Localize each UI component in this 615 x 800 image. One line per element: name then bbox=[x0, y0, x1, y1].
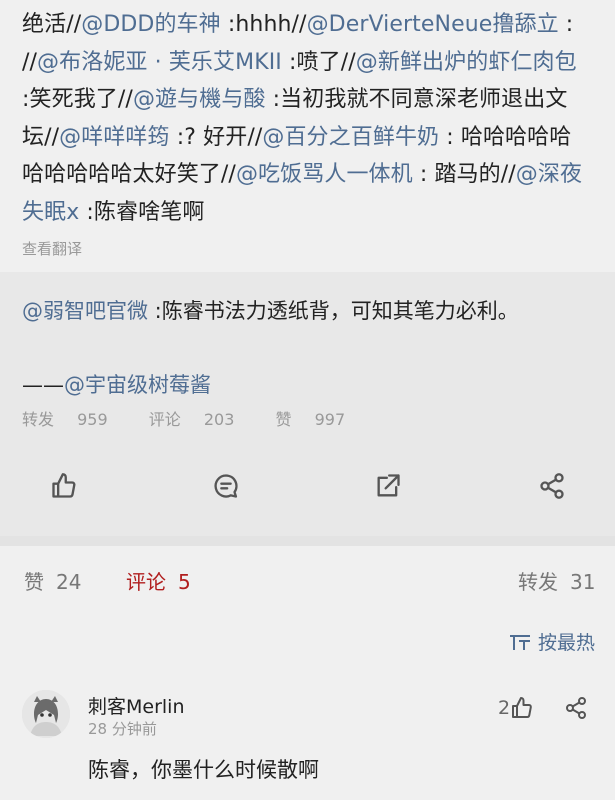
quoted-stats: 转发 959 评论 203 赞 997 bbox=[22, 406, 381, 430]
user-mention-link[interactable]: @百分之百鲜牛奶 bbox=[262, 125, 439, 150]
section-divider bbox=[0, 536, 615, 546]
quoted-comment-stat: 评论 203 bbox=[148, 410, 235, 429]
user-mention-link[interactable]: @DerVierteNeue撸舔立 bbox=[307, 12, 559, 37]
like-button[interactable] bbox=[48, 470, 80, 502]
comment-timestamp: 28 分钟前 bbox=[88, 720, 157, 738]
repost-comment-text: :? 好开// bbox=[169, 124, 263, 150]
comment-bubble-icon bbox=[214, 474, 238, 498]
repost-comment-text: :笑死我了// bbox=[22, 87, 133, 113]
signature-mention[interactable]: @宇宙级树莓酱 bbox=[64, 373, 211, 397]
translate-link[interactable]: 查看翻译 bbox=[22, 238, 591, 259]
repost-chain: 绝活//@DDD的车神 :hhhh//@DerVierteNeue撸舔立 : /… bbox=[0, 0, 615, 272]
user-mention-link[interactable]: @吃饭骂人一体机 bbox=[236, 162, 413, 187]
quoted-signature: ——@宇宙级树莓酱 bbox=[22, 368, 591, 402]
quoted-post[interactable]: @弱智吧官微 :陈睿书法力透纸背，可知其笔力必利。 ——@宇宙级树莓酱 转发 9… bbox=[0, 272, 615, 440]
user-mention-link[interactable]: @遊与機与酸 bbox=[133, 87, 266, 112]
repost-button[interactable] bbox=[372, 470, 404, 502]
share-external-icon bbox=[377, 474, 400, 497]
avatar[interactable] bbox=[22, 690, 70, 738]
comment-item: 刺客Merlin 28 分钟前 陈睿，你墨什么时候散啊 2 bbox=[0, 680, 615, 800]
signature-dash: —— bbox=[22, 373, 64, 397]
post-action-bar bbox=[0, 440, 615, 536]
comment-username[interactable]: 刺客Merlin bbox=[88, 692, 185, 719]
interaction-tabs: 赞 24 评论 5 转发 31 bbox=[0, 546, 615, 616]
user-mention-link[interactable]: @新鲜出炉的虾仁肉包 bbox=[356, 50, 577, 75]
tab-reposts[interactable]: 转发 31 bbox=[518, 566, 595, 595]
comment-button[interactable] bbox=[210, 470, 242, 502]
repost-comment-text: :陈睿啥笔啊 bbox=[79, 199, 205, 225]
user-mention-link[interactable]: @咩咩咩筠 bbox=[59, 125, 170, 150]
tab-comments[interactable]: 评论 5 bbox=[126, 566, 191, 595]
quoted-author-mention[interactable]: @弱智吧官微 bbox=[22, 299, 148, 323]
user-mention-link[interactable]: @DDD的车神 bbox=[81, 12, 221, 37]
repost-comment-text: :hhhh// bbox=[220, 12, 307, 37]
comment-share-button[interactable] bbox=[564, 696, 588, 724]
share-button[interactable] bbox=[536, 470, 568, 502]
quoted-text: :陈睿书法力透纸背，可知其笔力必利。 bbox=[148, 299, 519, 323]
repost-comment-text: 绝活// bbox=[22, 12, 82, 37]
repost-text: 绝活//@DDD的车神 :hhhh//@DerVierteNeue撸舔立 : /… bbox=[22, 6, 591, 232]
repost-comment-text: :喷了// bbox=[281, 49, 356, 75]
thumbs-up-icon bbox=[512, 697, 532, 718]
sort-icon bbox=[509, 634, 530, 650]
quoted-like-stat: 赞 997 bbox=[275, 410, 346, 429]
comment-text: 陈睿，你墨什么时候散啊 bbox=[88, 758, 319, 782]
comment-like-count: 2 bbox=[498, 697, 511, 719]
anime-avatar-icon bbox=[22, 690, 70, 738]
tab-likes[interactable]: 赞 24 bbox=[24, 566, 81, 595]
quoted-body: @弱智吧官微 :陈睿书法力透纸背，可知其笔力必利。 bbox=[22, 294, 591, 328]
repost-comment-text: : 踏马的// bbox=[412, 162, 516, 188]
thumbs-up-icon bbox=[52, 473, 76, 498]
sort-by-hot-button[interactable]: 按最热 bbox=[508, 628, 595, 655]
share-nodes-icon bbox=[566, 697, 586, 719]
quoted-repost-stat: 转发 959 bbox=[22, 410, 108, 429]
share-nodes-icon bbox=[540, 473, 564, 499]
user-mention-link[interactable]: @布洛妮亚 · 芙乐艾MKII bbox=[37, 50, 282, 75]
sort-label: 按最热 bbox=[537, 632, 595, 654]
weibo-post-detail: 绝活//@DDD的车神 :hhhh//@DerVierteNeue撸舔立 : /… bbox=[0, 0, 615, 800]
comment-like-button[interactable]: 2 bbox=[498, 696, 534, 720]
